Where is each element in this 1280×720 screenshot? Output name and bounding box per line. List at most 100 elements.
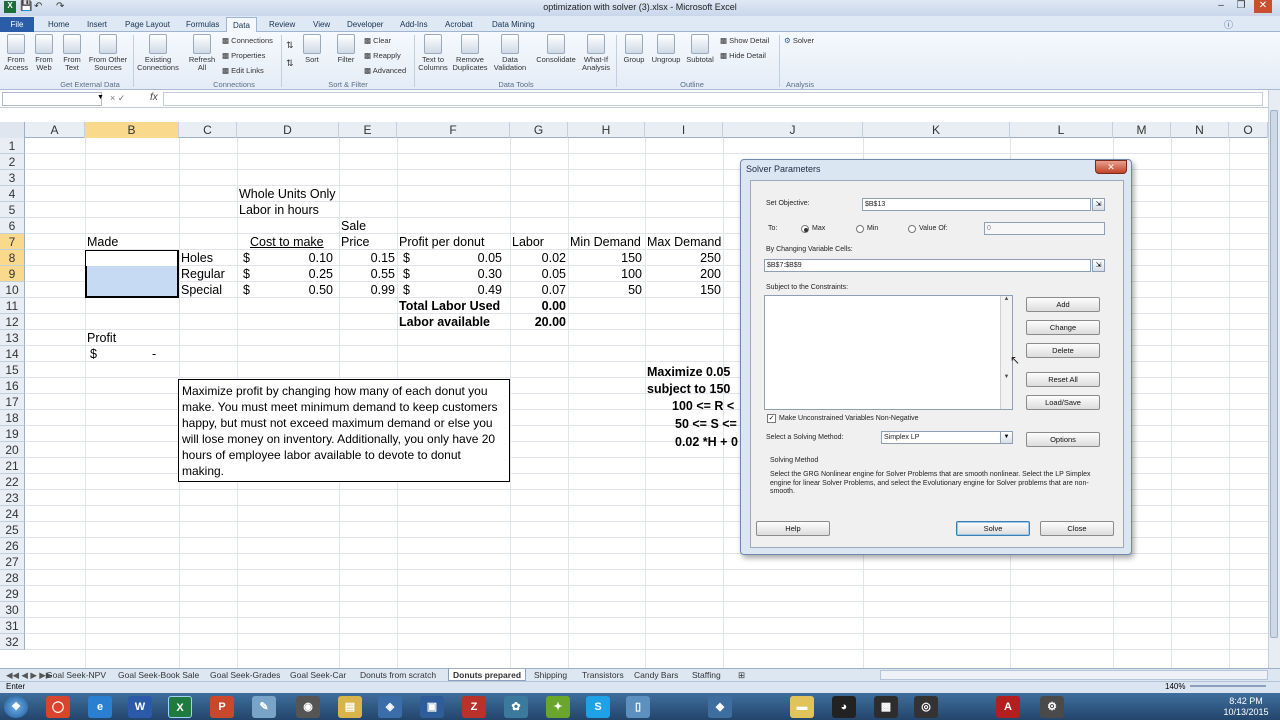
cell-i-max-7[interactable]: 250 (645, 250, 721, 266)
hide-detail-button[interactable]: ▩ Hide Detail (720, 51, 766, 60)
cell-j17-constraint-s[interactable]: 50 <= S <= (675, 416, 737, 432)
from-text-button[interactable]: From Text (60, 34, 84, 72)
row-header-1[interactable]: 1 (0, 138, 25, 154)
consolidate-button[interactable]: Consolidate (533, 34, 579, 64)
column-header-f[interactable]: F (397, 122, 510, 138)
row-header-19[interactable]: 19 (0, 426, 25, 442)
tab-data[interactable]: Data (226, 17, 257, 33)
what-if-analysis-button[interactable]: What-If Analysis (580, 34, 612, 72)
min-radio[interactable] (856, 225, 864, 233)
cell-j16-constraint-r[interactable]: 100 <= R < (672, 398, 734, 414)
start-button-icon[interactable]: ❖ (4, 696, 28, 718)
sheet-tab[interactable]: Goal Seek-Grades (206, 669, 284, 681)
cell-f6-profit-per-donut[interactable]: Profit per donut (399, 234, 484, 250)
sheet-tab[interactable]: Candy Bars (630, 669, 682, 681)
clear-button[interactable]: ▩ Clear (364, 36, 391, 45)
cell-b12-profit[interactable]: Profit (87, 330, 116, 346)
existing-connections-button[interactable]: Existing Connections (136, 34, 180, 72)
cell-c5[interactable]: Labor in hours (239, 202, 319, 218)
help-icon[interactable]: ⓘ (1224, 18, 1233, 31)
pen-tool-icon[interactable]: ✎ (252, 696, 276, 718)
dialog-close-button[interactable]: ✕ (1095, 160, 1127, 174)
cell-c-name-7[interactable]: Holes (181, 250, 213, 266)
skype-icon[interactable]: S (586, 696, 610, 718)
active-cell-b7[interactable] (86, 251, 177, 266)
tab-insert[interactable]: Insert (81, 17, 113, 32)
row-header-25[interactable]: 25 (0, 522, 25, 538)
from-web-button[interactable]: From Web (32, 34, 56, 72)
cell-h-min-8[interactable]: 100 (568, 266, 642, 282)
internet-explorer-icon[interactable]: e (88, 696, 112, 718)
cell-g11-labor-available-value[interactable]: 20.00 (510, 314, 566, 330)
value-of-input[interactable]: 0 (984, 222, 1105, 235)
tab-home[interactable]: Home (42, 17, 75, 32)
changing-cells-input[interactable]: $B$7:$B$9 (764, 259, 1091, 272)
acrobat-icon[interactable]: A (996, 696, 1020, 718)
row-header-12[interactable]: 12 (0, 314, 25, 330)
cell-h6-min-demand[interactable]: Min Demand (570, 234, 641, 250)
row-header-11[interactable]: 11 (0, 298, 25, 314)
cell-j14-objective[interactable]: Maximize 0.05 (647, 364, 730, 380)
from-access-button[interactable]: From Access (4, 34, 28, 72)
app-icon-6[interactable]: ◆ (708, 696, 732, 718)
row-header-3[interactable]: 3 (0, 170, 25, 186)
value-of-radio[interactable] (908, 225, 916, 233)
tab-acrobat[interactable]: Acrobat (439, 17, 479, 32)
chevron-down-icon[interactable]: ▼ (1000, 431, 1013, 444)
column-header-h[interactable]: H (568, 122, 645, 138)
change-constraint-button[interactable]: Change (1026, 320, 1100, 335)
filter-button[interactable]: Filter (334, 34, 358, 64)
sheet-tab[interactable]: Goal Seek-Car (286, 669, 350, 681)
tab-page-layout[interactable]: Page Layout (119, 17, 176, 32)
app-icon-5[interactable]: ▯ (626, 696, 650, 718)
cell-f11-labor-available[interactable]: Labor available (399, 314, 490, 330)
text-to-columns-button[interactable]: Text to Columns (418, 34, 448, 72)
edit-links-button[interactable]: ▩ Edit Links (222, 66, 264, 75)
row-header-17[interactable]: 17 (0, 394, 25, 410)
cell-f10-total-labor-used[interactable]: Total Labor Used (399, 298, 500, 314)
cell-f-profit-8[interactable]: 0.30 (397, 266, 502, 282)
app-icon-9[interactable]: ▩ (874, 696, 898, 718)
sort-button[interactable]: Sort (300, 34, 324, 64)
cell-e-price-8[interactable]: 0.55 (339, 266, 395, 282)
app-icon-11[interactable]: ⚙ (1040, 696, 1064, 718)
app-icon-8[interactable]: ◕ (832, 696, 856, 718)
cell-f-profit-7[interactable]: 0.05 (397, 250, 502, 266)
tab-developer[interactable]: Developer (341, 17, 389, 32)
changing-cells-range-picker-icon[interactable]: ⇲ (1092, 259, 1105, 272)
name-box[interactable] (2, 92, 102, 106)
row-header-18[interactable]: 18 (0, 410, 25, 426)
remove-duplicates-button[interactable]: Remove Duplicates (452, 34, 488, 72)
insert-sheet-icon[interactable]: ⊞ (734, 669, 749, 681)
row-header-26[interactable]: 26 (0, 538, 25, 554)
formula-input[interactable] (163, 92, 1263, 106)
column-header-g[interactable]: G (510, 122, 568, 138)
cell-e-price-7[interactable]: 0.15 (339, 250, 395, 266)
column-header-n[interactable]: N (1171, 122, 1229, 138)
sort-za-icon[interactable]: ⇅ (286, 58, 294, 69)
row-header-20[interactable]: 20 (0, 442, 25, 458)
show-detail-button[interactable]: ▩ Show Detail (720, 36, 769, 45)
data-validation-button[interactable]: Data Validation (491, 34, 529, 72)
row-header-28[interactable]: 28 (0, 570, 25, 586)
cell-j15-subject-to[interactable]: subject to 150 (647, 381, 730, 397)
cell-c4[interactable]: Whole Units Only (239, 186, 336, 202)
row-header-7[interactable]: 7 (0, 234, 25, 250)
cancel-enter-icons[interactable]: × ✓ (110, 93, 125, 104)
column-header-a[interactable]: A (25, 122, 85, 138)
zoom-level[interactable]: 140% (1165, 682, 1185, 691)
cell-b13-currency[interactable]: $ (90, 346, 97, 362)
column-header-j[interactable]: J (723, 122, 863, 138)
subtotal-button[interactable]: Subtotal (684, 34, 716, 64)
cell-b13-profit-value[interactable]: - (152, 346, 156, 362)
tab-data-mining[interactable]: Data Mining (486, 17, 541, 32)
properties-button[interactable]: ▩ Properties (222, 51, 265, 60)
cell-c-name-9[interactable]: Special (181, 282, 222, 298)
row-header-24[interactable]: 24 (0, 506, 25, 522)
cell-d-cost-9[interactable]: 0.50 (237, 282, 333, 298)
excel-taskbar-icon[interactable]: X (168, 696, 192, 718)
cell-c-name-8[interactable]: Regular (181, 266, 225, 282)
column-header-b[interactable]: B (85, 122, 179, 138)
cell-g-labor-8[interactable]: 0.05 (510, 266, 566, 282)
delete-constraint-button[interactable]: Delete (1026, 343, 1100, 358)
